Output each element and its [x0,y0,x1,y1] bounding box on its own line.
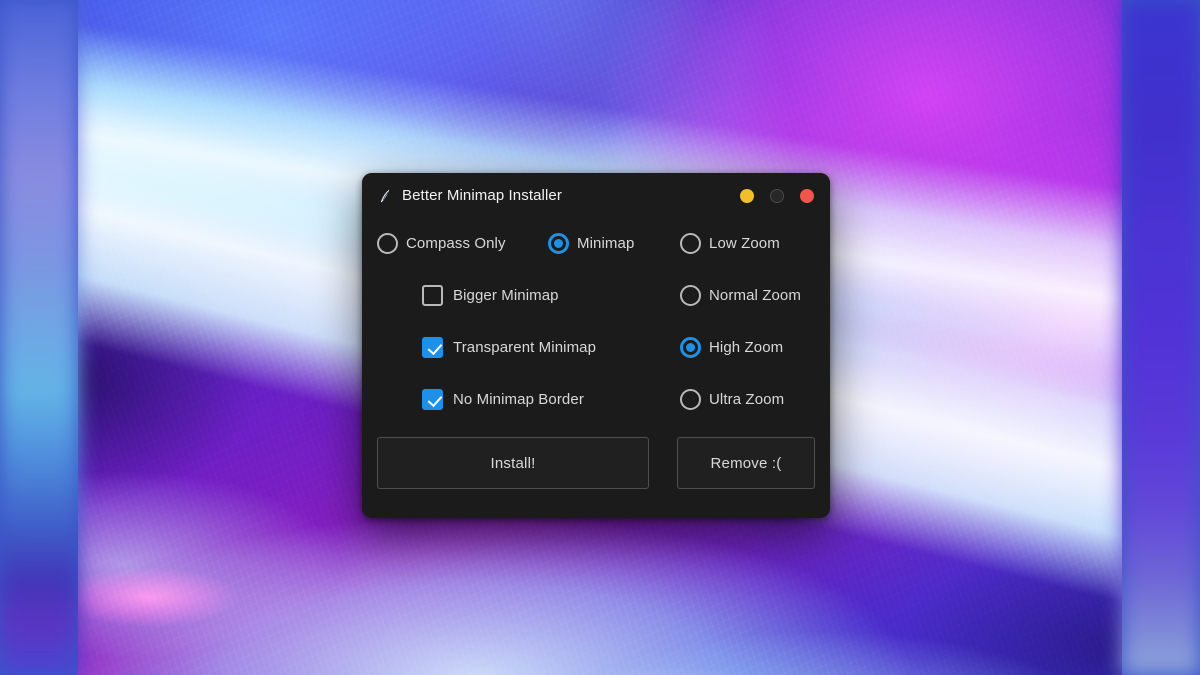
minimize-button[interactable] [740,188,754,203]
options-row-2: Bigger Minimap Normal Zoom [362,278,830,312]
radio-ultra-zoom[interactable]: Ultra Zoom [680,388,785,410]
feather-quill-icon [376,187,394,205]
window-content: Compass Only Minimap Low Zoom Bigger Min… [362,218,830,518]
checkbox-transparent-minimap[interactable]: Transparent Minimap [422,336,597,358]
installer-window: Better Minimap Installer Compass Only Mi… [362,173,830,518]
radio-indicator-ultra-zoom [680,388,701,410]
checkbox-label-no-minimap-border: No Minimap Border [453,390,584,408]
radio-label-high-zoom: High Zoom [709,338,784,356]
radio-indicator-high-zoom [680,336,701,358]
radio-high-zoom[interactable]: High Zoom [680,336,784,358]
radio-label-low-zoom: Low Zoom [709,234,780,252]
radio-label-compass-only: Compass Only [406,234,506,252]
radio-indicator-low-zoom [680,232,701,254]
options-row-3: Transparent Minimap High Zoom [362,330,830,364]
radio-indicator-normal-zoom [680,284,701,306]
install-button[interactable]: Install! [377,437,649,489]
radio-indicator-compass-only [377,232,398,254]
checkbox-indicator-transparent-minimap [422,336,443,358]
radio-compass-only[interactable]: Compass Only [377,232,506,254]
radio-label-ultra-zoom: Ultra Zoom [709,390,785,408]
window-title: Better Minimap Installer [402,187,562,204]
radio-label-normal-zoom: Normal Zoom [709,286,801,304]
radio-minimap[interactable]: Minimap [548,232,635,254]
letterbox-bar-left [0,0,78,675]
options-row-4: No Minimap Border Ultra Zoom [362,382,830,416]
checkbox-indicator-no-minimap-border [422,388,443,410]
radio-low-zoom[interactable]: Low Zoom [680,232,780,254]
remove-button[interactable]: Remove :( [677,437,815,489]
window-controls [740,188,814,203]
checkbox-bigger-minimap[interactable]: Bigger Minimap [422,284,559,306]
radio-indicator-minimap [548,232,569,254]
checkbox-label-transparent-minimap: Transparent Minimap [453,338,597,356]
radio-label-minimap: Minimap [577,234,635,252]
screenshot-stage: Better Minimap Installer Compass Only Mi… [0,0,1200,675]
window-titlebar[interactable]: Better Minimap Installer [362,173,830,218]
checkbox-indicator-bigger-minimap [422,284,443,306]
close-button[interactable] [800,188,814,203]
checkbox-label-bigger-minimap: Bigger Minimap [453,286,559,304]
letterbox-bar-right [1122,0,1200,675]
action-buttons: Install! Remove :( [377,437,815,489]
maximize-button[interactable] [770,188,784,203]
options-row-1: Compass Only Minimap Low Zoom [362,226,830,260]
radio-normal-zoom[interactable]: Normal Zoom [680,284,801,306]
checkbox-no-minimap-border[interactable]: No Minimap Border [422,388,584,410]
